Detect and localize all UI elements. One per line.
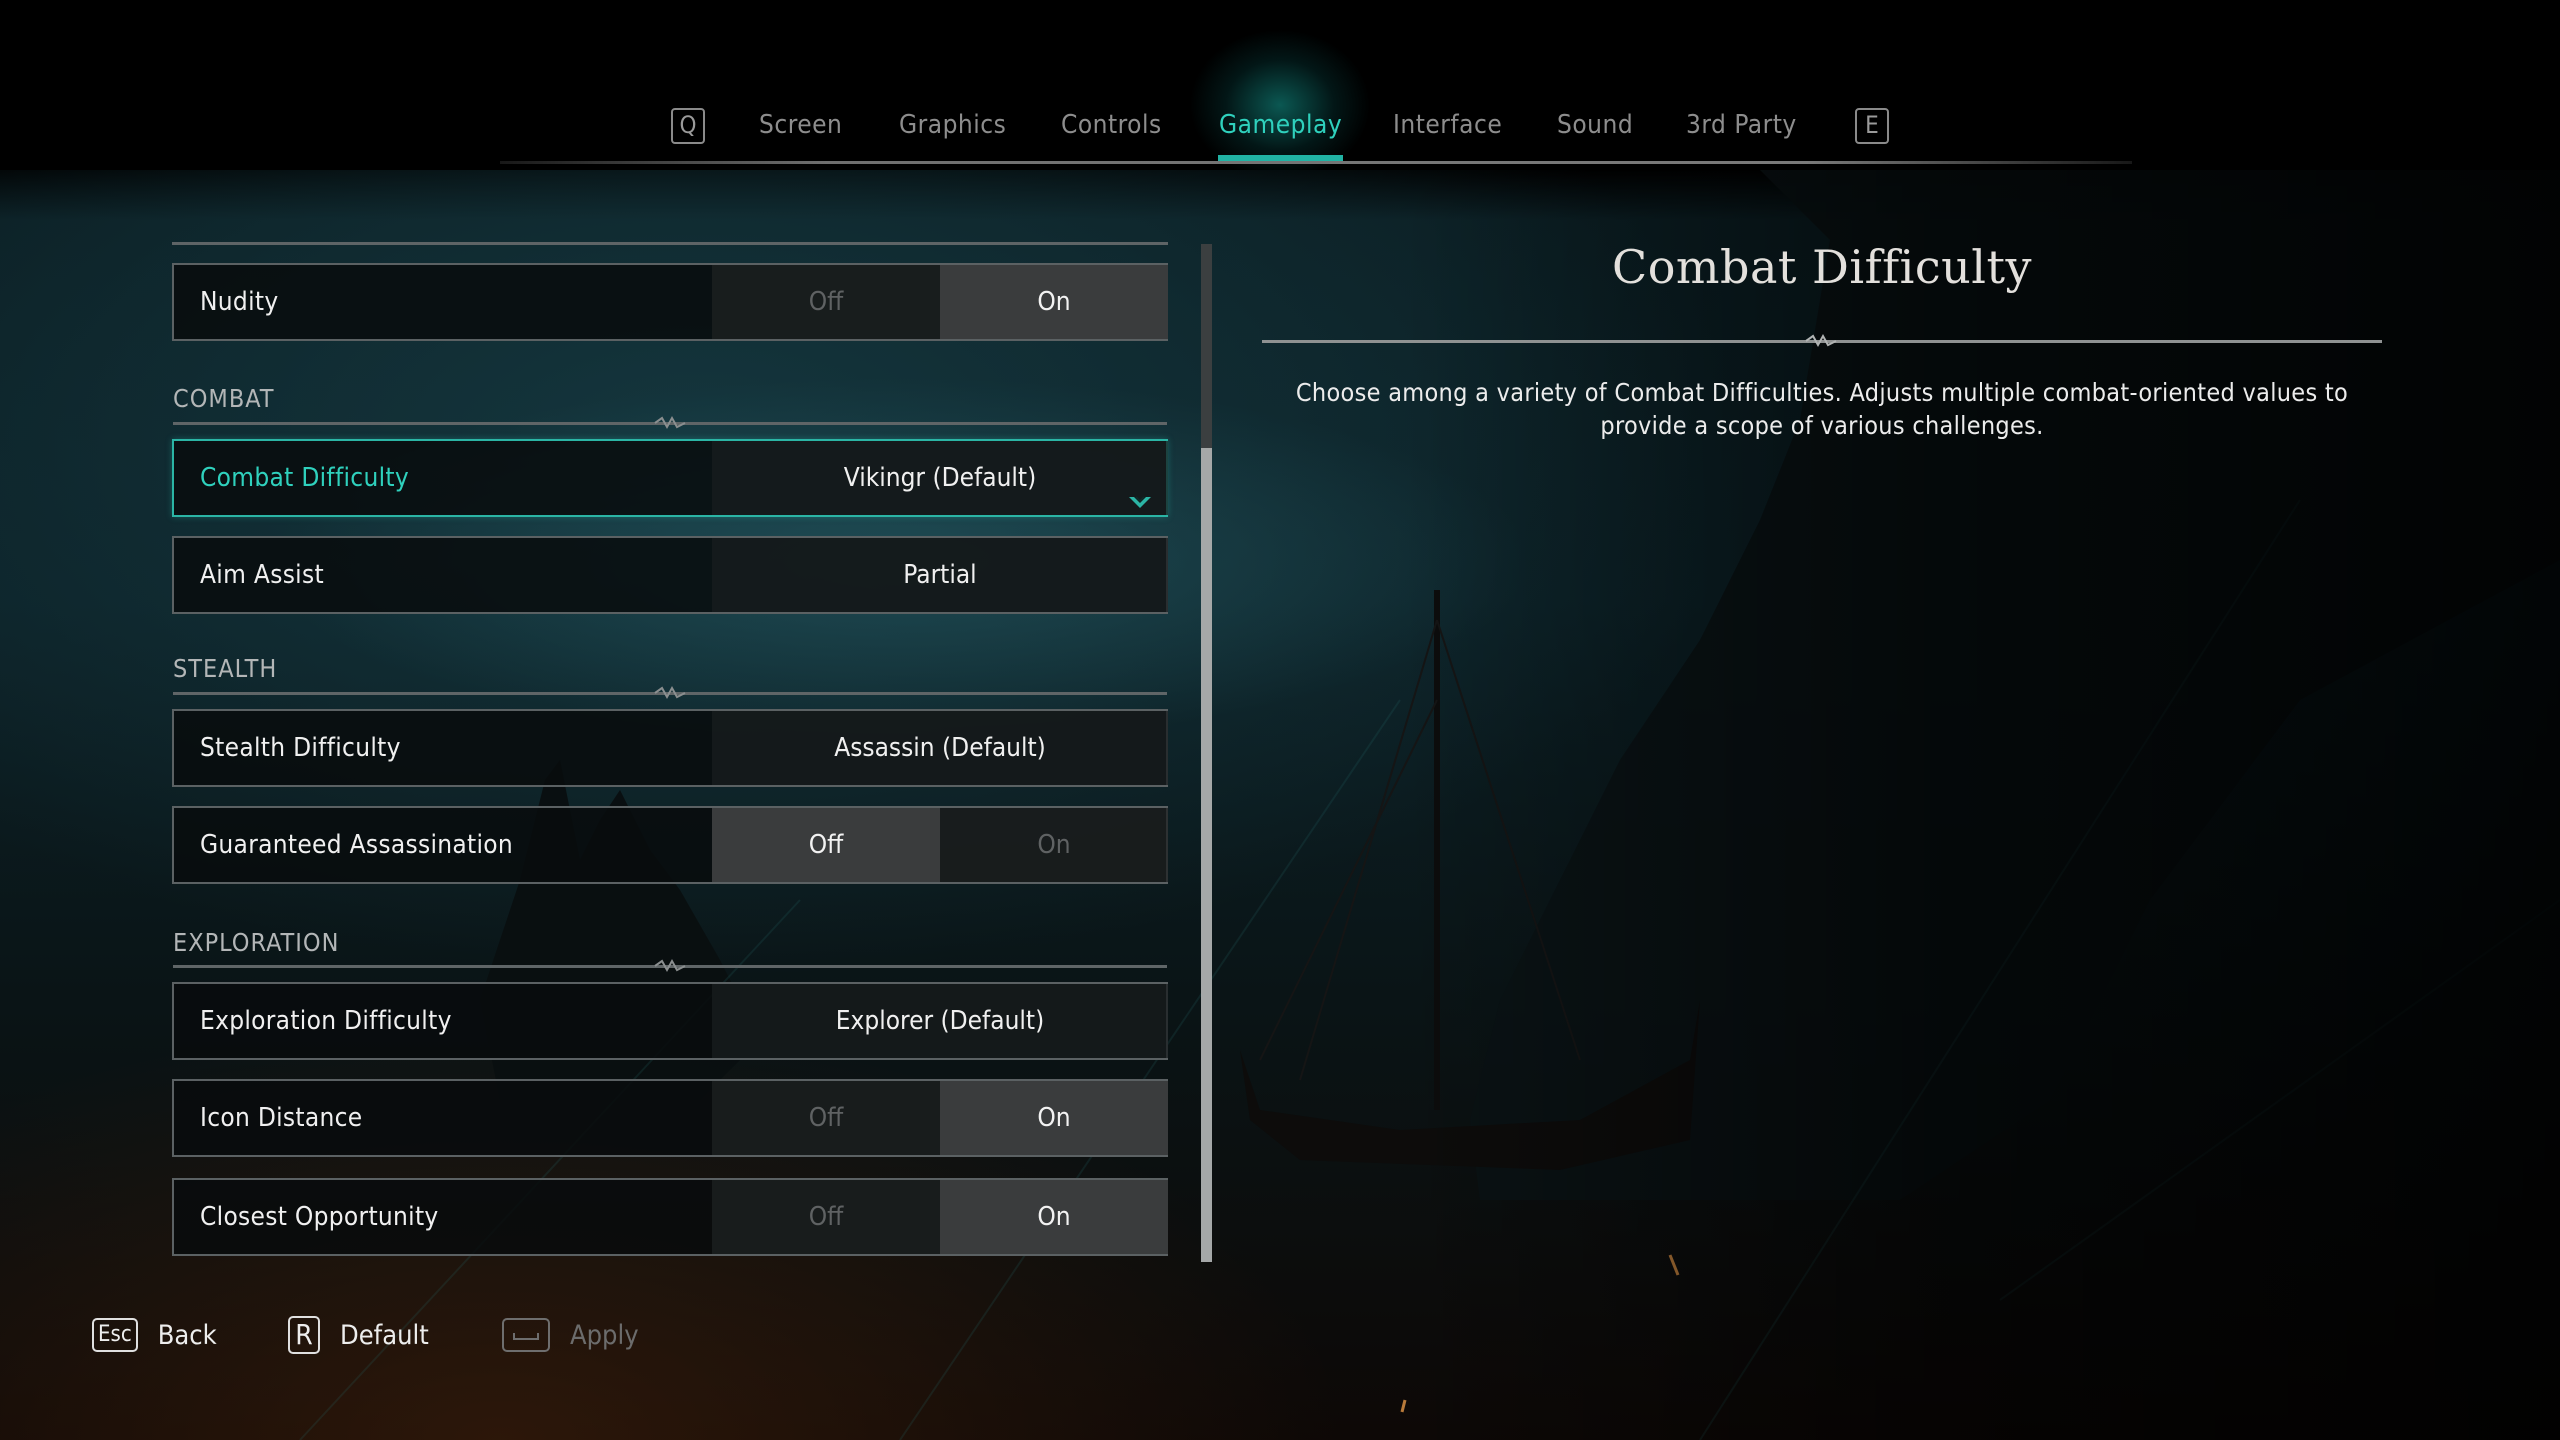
scrollbar-track[interactable] [1201,244,1212,1262]
tab-graphics[interactable]: Graphics [899,100,1006,150]
option-off[interactable]: Off [712,1180,940,1254]
setting-row-nudity[interactable]: Nudity Off On [172,263,1168,341]
setting-row-icon-distance[interactable]: Icon Distance Off On [172,1079,1168,1157]
spacebar-key-icon [502,1318,550,1352]
list-top-divider [172,242,1168,245]
section-header-combat: COMBAT [173,384,275,413]
option-on[interactable]: On [940,1180,1168,1254]
apply-button[interactable]: Apply [502,1310,639,1360]
footer-hints: Esc Back R Default Apply [0,1310,1000,1360]
option-on[interactable]: On [940,265,1168,339]
settings-tabs: Q Screen Graphics Controls Gameplay Inte… [0,100,2560,150]
option-on[interactable]: On [940,1081,1168,1155]
tab-screen[interactable]: Screen [759,100,842,150]
tab-3rd-party[interactable]: 3rd Party [1686,100,1797,150]
section-header-stealth: STEALTH [173,654,278,683]
tab-interface[interactable]: Interface [1393,100,1502,150]
detail-divider [1262,333,2382,348]
default-label: Default [340,1319,429,1351]
section-divider [173,685,1167,700]
description-line: provide a scope of various challenges. [1600,411,2044,440]
option-off[interactable]: Off [712,1081,940,1155]
setting-label: Combat Difficulty [200,463,409,493]
r-key-icon: R [288,1316,320,1354]
setting-label: Closest Opportunity [200,1202,439,1232]
back-button[interactable]: Esc Back [92,1310,217,1360]
setting-row-stealth-difficulty[interactable]: Stealth Difficulty Assassin (Default) [172,709,1168,787]
setting-row-guaranteed-assassination[interactable]: Guaranteed Assassination Off On [172,806,1168,884]
section-header-exploration: EXPLORATION [173,928,340,957]
prev-tab-key-q[interactable]: Q [671,108,705,144]
setting-value[interactable]: Vikingr (Default) [712,441,1168,515]
option-off[interactable]: Off [712,808,940,882]
header-divider [500,161,2132,164]
next-tab-key-e[interactable]: E [1855,108,1889,144]
section-divider [173,958,1167,973]
scrollbar-thumb[interactable] [1201,447,1212,1262]
divider-ornament-icon [654,958,686,973]
setting-value[interactable]: Explorer (Default) [712,984,1168,1058]
option-off[interactable]: Off [712,265,940,339]
section-divider [173,415,1167,430]
detail-title: Combat Difficulty [1612,240,2032,294]
setting-label: Aim Assist [200,560,324,590]
setting-value[interactable]: Assassin (Default) [712,711,1168,785]
default-button[interactable]: R Default [288,1310,429,1360]
setting-label: Icon Distance [200,1103,363,1133]
setting-row-closest-opportunity[interactable]: Closest Opportunity Off On [172,1178,1168,1256]
esc-key-icon: Esc [92,1318,138,1352]
tab-controls[interactable]: Controls [1061,100,1162,150]
detail-description: Choose among a variety of Combat Difficu… [1262,376,2382,442]
divider-ornament-icon [654,685,686,700]
setting-row-combat-difficulty[interactable]: Combat Difficulty Vikingr (Default) [172,439,1168,517]
setting-row-exploration-difficulty[interactable]: Exploration Difficulty Explorer (Default… [172,982,1168,1060]
tab-gameplay[interactable]: Gameplay [1219,100,1342,150]
tab-sound[interactable]: Sound [1557,100,1633,150]
divider-ornament-icon [654,415,686,430]
apply-label: Apply [570,1319,639,1351]
back-label: Back [157,1319,217,1351]
background-vignette [1400,160,2560,1440]
setting-row-aim-assist[interactable]: Aim Assist Partial [172,536,1168,614]
chevron-down-icon[interactable] [1128,495,1152,509]
setting-label: Nudity [200,287,279,317]
setting-label: Guaranteed Assassination [200,830,514,860]
setting-value[interactable]: Partial [712,538,1168,612]
option-on[interactable]: On [940,808,1168,882]
setting-label: Stealth Difficulty [200,733,401,763]
setting-label: Exploration Difficulty [200,1006,452,1036]
description-line: Choose among a variety of Combat Difficu… [1295,378,2349,407]
divider-ornament-icon [1805,333,1837,348]
